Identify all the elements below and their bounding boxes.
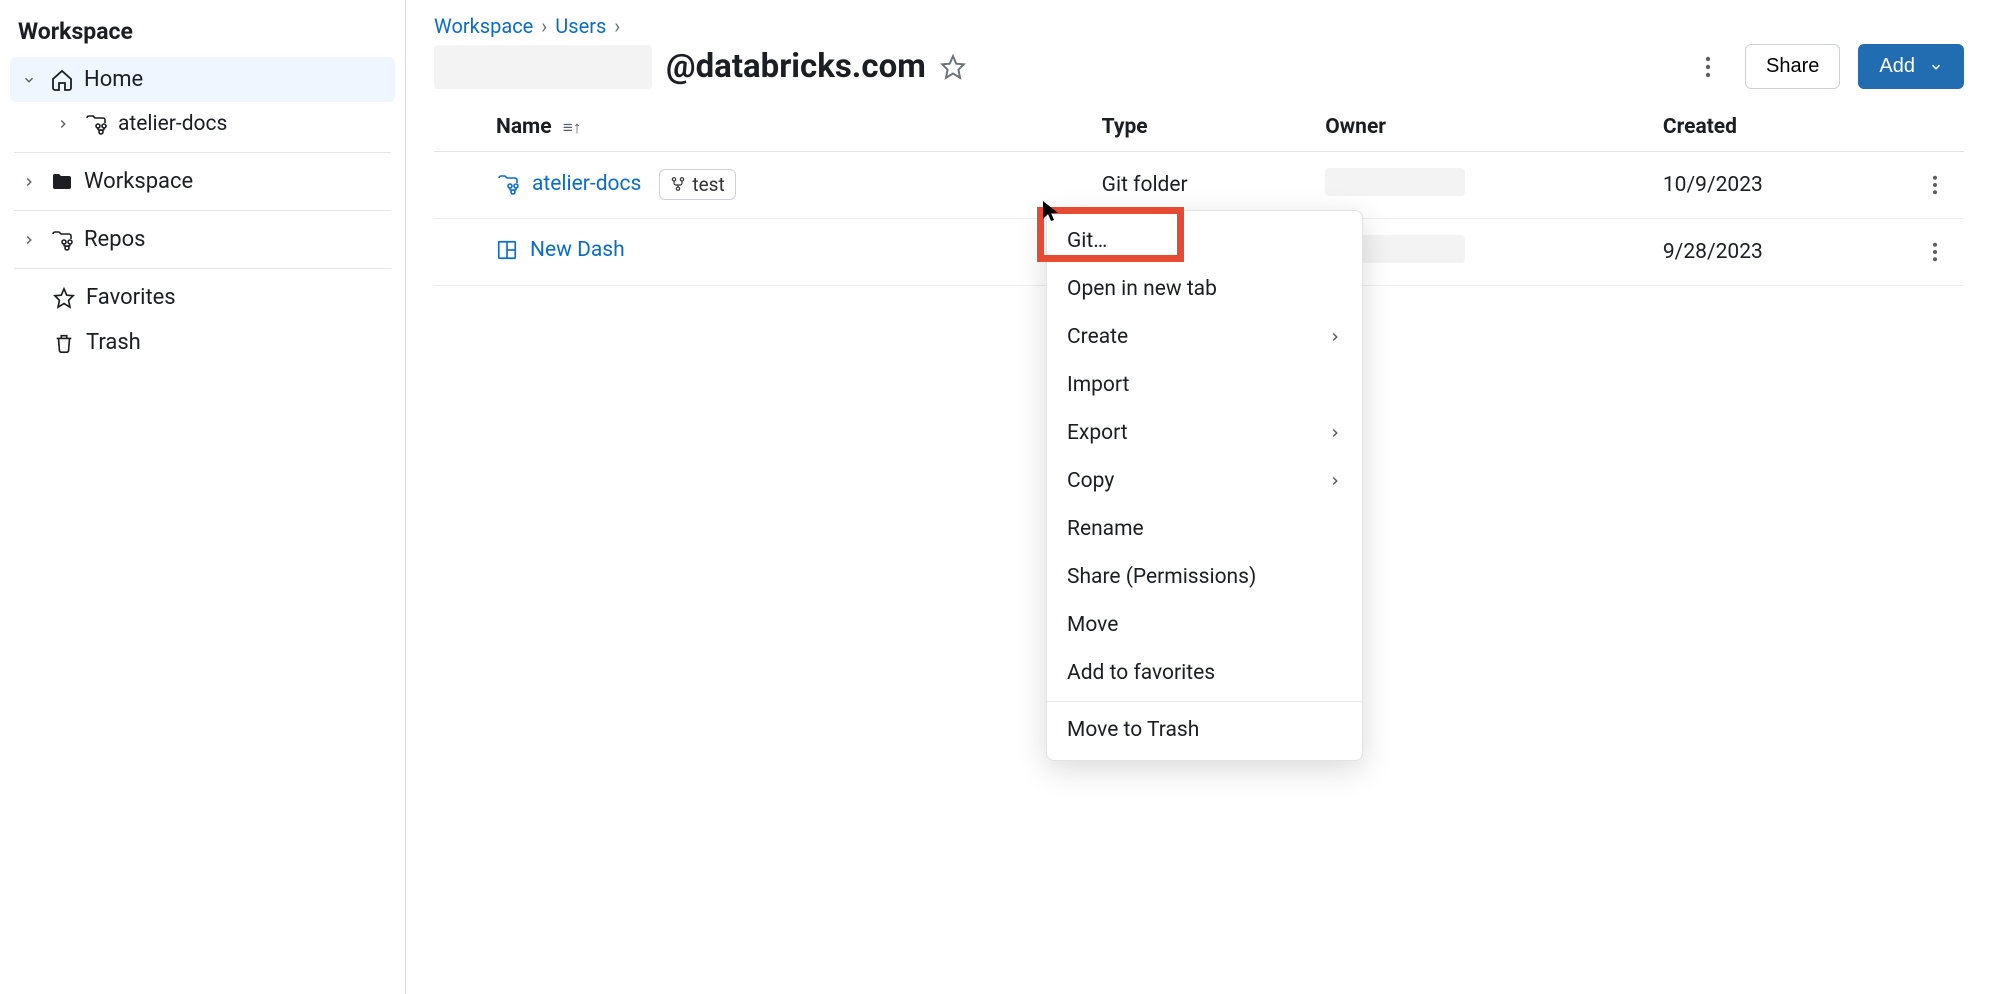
chevron-right-icon: [1328, 474, 1342, 488]
context-menu: Git… Open in new tab Create Import Expor…: [1046, 210, 1363, 761]
folder-icon: [50, 171, 74, 193]
chevron-right-icon: [22, 175, 40, 189]
sidebar-item-workspace[interactable]: Workspace: [0, 159, 405, 204]
sidebar-item-favorites[interactable]: Favorites: [0, 275, 405, 320]
add-button[interactable]: Add: [1858, 44, 1964, 89]
breadcrumb-separator-icon: ›: [541, 14, 547, 38]
page-title-suffix: @databricks.com: [666, 47, 926, 86]
home-icon: [50, 68, 74, 92]
breadcrumb-workspace[interactable]: Workspace: [434, 14, 533, 38]
sidebar-item-label: Repos: [84, 227, 145, 252]
row-name-link[interactable]: atelier-docs: [532, 172, 641, 196]
row-name-link[interactable]: New Dash: [530, 238, 625, 262]
sidebar-item-label: Trash: [86, 330, 141, 355]
col-type[interactable]: Type: [1092, 103, 1316, 152]
chevron-right-icon: [22, 233, 40, 247]
branch-icon: [670, 176, 686, 192]
ctx-item-create[interactable]: Create: [1047, 313, 1362, 361]
sidebar-item-label: Favorites: [86, 285, 176, 310]
branch-label: test: [692, 173, 724, 196]
redacted-owner: [1325, 168, 1465, 196]
ctx-item-import[interactable]: Import: [1047, 361, 1362, 409]
dashboard-icon: [496, 239, 518, 261]
table-row[interactable]: atelier-docs test Git folder: [434, 152, 1964, 219]
redacted-username: [434, 45, 652, 89]
sidebar-item-label: atelier-docs: [118, 112, 227, 136]
favorite-star-icon[interactable]: [940, 54, 966, 80]
chevron-right-icon: [1328, 330, 1342, 344]
chevron-right-icon: [1328, 426, 1342, 440]
share-button[interactable]: Share: [1745, 44, 1840, 89]
repos-icon: [50, 229, 74, 251]
divider: [14, 268, 391, 269]
page-header: @databricks.com Share Add: [434, 44, 1964, 89]
divider: [14, 210, 391, 211]
chevron-down-icon: [22, 73, 40, 87]
page-title: @databricks.com: [434, 45, 966, 89]
breadcrumb-separator-icon: ›: [614, 14, 620, 38]
ctx-item-git[interactable]: Git…: [1047, 217, 1362, 265]
col-created[interactable]: Created: [1653, 103, 1906, 152]
sidebar-item-trash[interactable]: Trash: [0, 320, 405, 365]
ctx-item-copy[interactable]: Copy: [1047, 457, 1362, 505]
main-content: Workspace › Users › @databricks.com Shar…: [406, 0, 1992, 994]
col-owner[interactable]: Owner: [1315, 103, 1653, 152]
ctx-item-trash[interactable]: Move to Trash: [1047, 706, 1362, 754]
divider: [14, 152, 391, 153]
sidebar-item-repos[interactable]: Repos: [0, 217, 405, 262]
git-folder-icon: [496, 173, 520, 195]
ctx-item-open-new-tab[interactable]: Open in new tab: [1047, 265, 1362, 313]
divider: [1047, 701, 1362, 702]
trash-icon: [52, 332, 76, 354]
chevron-right-icon: [56, 117, 74, 131]
ctx-item-move[interactable]: Move: [1047, 601, 1362, 649]
sidebar-item-home[interactable]: Home: [10, 57, 395, 102]
star-icon: [52, 287, 76, 309]
ctx-item-favorites[interactable]: Add to favorites: [1047, 649, 1362, 697]
add-button-label: Add: [1879, 55, 1915, 78]
sidebar-item-label: Workspace: [84, 169, 193, 194]
chevron-down-icon: [1929, 60, 1943, 74]
header-kebab-button[interactable]: [1689, 48, 1727, 86]
row-kebab-button[interactable]: [1916, 233, 1954, 271]
sidebar-title: Workspace: [0, 18, 405, 57]
row-type: Git folder: [1092, 152, 1316, 219]
row-created: 9/28/2023: [1653, 219, 1906, 286]
sidebar: Workspace Home atelier-docs: [0, 0, 406, 994]
sort-asc-icon: ≡↑: [563, 118, 581, 138]
sidebar-item-atelier-docs[interactable]: atelier-docs: [0, 102, 405, 146]
row-kebab-button[interactable]: [1916, 166, 1954, 204]
ctx-item-share[interactable]: Share (Permissions): [1047, 553, 1362, 601]
branch-tag[interactable]: test: [659, 169, 735, 200]
breadcrumb-users[interactable]: Users: [555, 14, 606, 38]
ctx-item-rename[interactable]: Rename: [1047, 505, 1362, 553]
ctx-item-export[interactable]: Export: [1047, 409, 1362, 457]
col-name[interactable]: Name ≡↑: [434, 103, 1092, 152]
breadcrumb: Workspace › Users ›: [434, 14, 1964, 38]
row-created: 10/9/2023: [1653, 152, 1906, 219]
git-folder-icon: [84, 113, 108, 135]
sidebar-item-label: Home: [84, 67, 143, 92]
